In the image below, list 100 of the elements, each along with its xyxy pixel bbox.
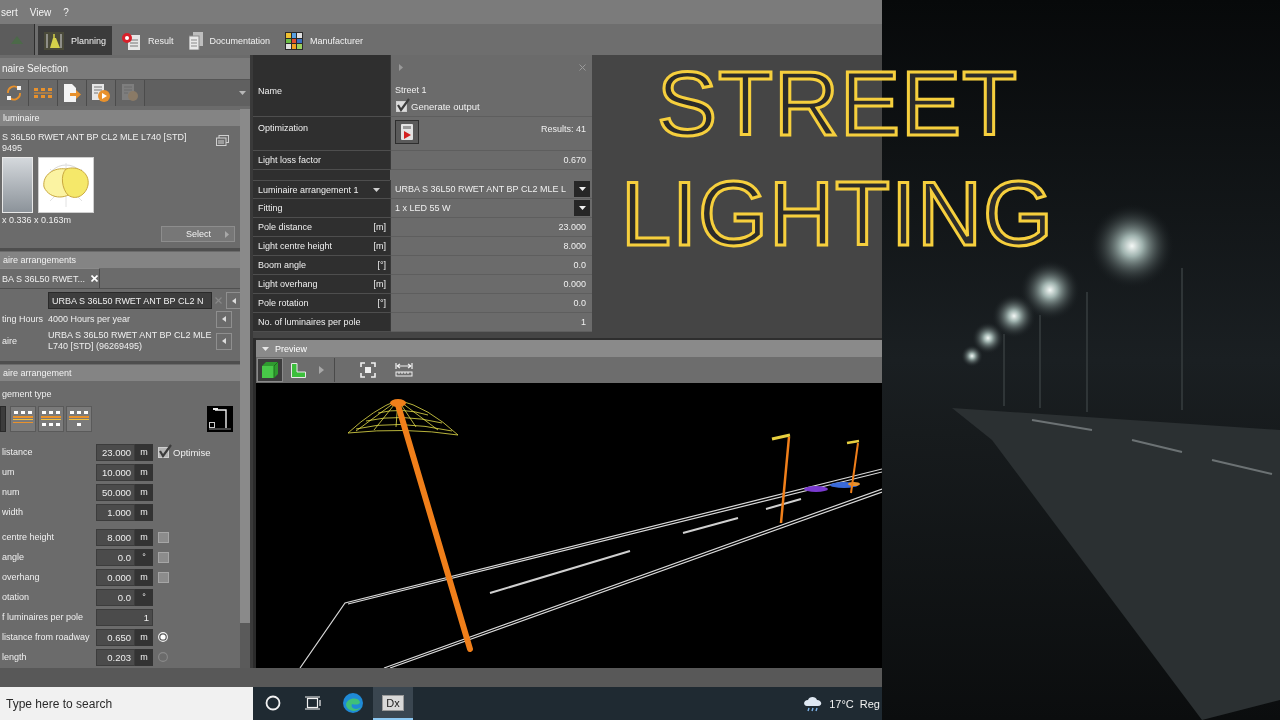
- view-button[interactable]: [257, 358, 283, 382]
- checkbox[interactable]: [158, 446, 169, 458]
- unit-label: m: [135, 648, 153, 666]
- results-count: Results: 41: [540, 124, 586, 134]
- unit-label: m: [135, 568, 153, 586]
- arrangement-type-button[interactable]: [0, 405, 6, 432]
- arrangement-type-button[interactable]: [66, 405, 92, 432]
- select-button[interactable]: Select: [161, 226, 235, 242]
- number-field[interactable]: 50.000: [96, 483, 135, 501]
- copy-icon[interactable]: [216, 135, 229, 146]
- gear-document-icon: [121, 31, 142, 50]
- search-field[interactable]: Type here to search: [0, 687, 253, 720]
- toolbar-button[interactable]: [87, 80, 116, 106]
- section-header: luminaire: [0, 110, 240, 126]
- optimization-button[interactable]: [395, 120, 419, 144]
- checkbox[interactable]: [396, 101, 407, 112]
- toolbar-button[interactable]: [58, 80, 87, 106]
- property-label: Fitting: [258, 203, 284, 213]
- field-label: overhang: [1, 572, 41, 582]
- number-field[interactable]: 0.203: [96, 648, 135, 666]
- property-value[interactable]: 0.0: [573, 298, 586, 308]
- menu-item[interactable]: ?: [63, 6, 69, 18]
- cube-icon: [262, 362, 278, 378]
- dropdown[interactable]: URBA S 36L50 RWET ANT BP CL2 MLE L: [395, 180, 590, 198]
- field-label: gement type: [1, 389, 53, 400]
- property-label: Light overhang: [258, 279, 319, 289]
- menu-item[interactable]: View: [29, 6, 52, 18]
- luminaire-name: S 36L50 RWET ANT BP CL2 MLE L740 [STD] 9495: [2, 132, 188, 154]
- field-label: ting Hours: [1, 314, 45, 324]
- field-label: centre height: [1, 532, 56, 542]
- checkbox-label: Optimise: [173, 446, 211, 458]
- property-label: Light loss factor: [258, 155, 323, 165]
- menu-item[interactable]: sert: [1, 6, 18, 18]
- taskbar-app-button[interactable]: Dx: [373, 687, 413, 720]
- document-arrow-icon: [63, 84, 81, 102]
- refresh-icon: [6, 85, 22, 101]
- arrangement-type-button[interactable]: [10, 405, 36, 432]
- property-value[interactable]: 0.670: [563, 155, 586, 165]
- property-value[interactable]: 23.000: [558, 222, 586, 232]
- number-field[interactable]: 1: [96, 608, 153, 626]
- collapse-button[interactable]: [216, 332, 232, 350]
- cloud-rain-icon[interactable]: [803, 695, 824, 712]
- number-field[interactable]: 23.000: [96, 443, 135, 461]
- film-play-icon: [92, 84, 110, 102]
- property-label: Luminaire arrangement 1: [258, 184, 360, 195]
- caret-icon: [262, 346, 269, 351]
- temperature-text: 17°C: [829, 697, 854, 710]
- number-field[interactable]: 0.0: [96, 588, 135, 606]
- pages-icon: [188, 31, 203, 50]
- arrangement-type-button[interactable]: [38, 405, 64, 432]
- unit-label: m: [135, 463, 153, 481]
- lane-marking: [765, 498, 802, 510]
- number-field[interactable]: 0.650: [96, 628, 135, 646]
- title-text: STREET LIGHTING: [620, 53, 1055, 266]
- radio-button[interactable]: [158, 652, 168, 662]
- section-header: aire arrangement: [0, 365, 240, 381]
- preview-header[interactable]: Preview: [256, 338, 882, 357]
- toolbar-button[interactable]: [29, 80, 58, 106]
- property-value[interactable]: 1: [581, 317, 586, 327]
- street-lamp-icon: [44, 31, 64, 50]
- number-field[interactable]: 10.000: [96, 463, 135, 481]
- pole-preview-icon[interactable]: [207, 405, 233, 432]
- panel-title: naire Selection: [0, 58, 250, 79]
- ribbon-tab[interactable]: Documentation: [182, 26, 277, 55]
- field-label: aire: [1, 336, 18, 346]
- triangle-icon[interactable]: [319, 366, 324, 374]
- field-label: otation: [1, 592, 31, 602]
- checkbox[interactable]: [158, 531, 169, 543]
- dropdown[interactable]: 1 x LED 55 W: [395, 199, 590, 217]
- checkbox[interactable]: [158, 551, 169, 563]
- number-field[interactable]: 0.0: [96, 548, 135, 566]
- checkbox-label: Generate output: [411, 101, 480, 112]
- pole-layout-icon: [69, 410, 89, 427]
- luminaire-photo-placeholder[interactable]: [2, 157, 33, 213]
- number-field[interactable]: 8.000: [96, 528, 135, 546]
- caret-icon: [578, 206, 586, 210]
- number-field[interactable]: 1.000: [96, 503, 135, 521]
- ribbon-tab[interactable]: Result: [115, 26, 180, 55]
- property-value[interactable]: 8.000: [563, 241, 586, 251]
- number-field[interactable]: 0.000: [96, 568, 135, 586]
- property-value: Street 1: [395, 85, 427, 95]
- toolbar-button[interactable]: [0, 80, 29, 106]
- property-label: Pole rotation: [258, 298, 310, 308]
- input-field[interactable]: URBA S 36L50 RWET ANT BP CL2 N: [48, 292, 212, 309]
- property-value[interactable]: 0.000: [563, 279, 586, 289]
- unit-label: m: [135, 528, 153, 546]
- collapse-button[interactable]: [216, 310, 232, 328]
- unit-label: m: [135, 443, 153, 461]
- film-icon: [122, 84, 138, 102]
- lane-marking: [682, 517, 739, 534]
- property-value[interactable]: 0.0: [573, 260, 586, 270]
- unit-label: [m]: [373, 222, 386, 232]
- lamp-pole: [846, 439, 860, 494]
- field-label: num: [1, 487, 21, 497]
- ribbon-tab[interactable]: Manufacturer: [279, 26, 370, 55]
- unit-label: m: [135, 503, 153, 521]
- ribbon-tab[interactable]: Planning: [38, 26, 113, 55]
- caret-icon[interactable]: [373, 187, 380, 192]
- checkbox[interactable]: [158, 571, 169, 583]
- arrangement-tab[interactable]: BA S 36L50 RWET...: [0, 268, 100, 288]
